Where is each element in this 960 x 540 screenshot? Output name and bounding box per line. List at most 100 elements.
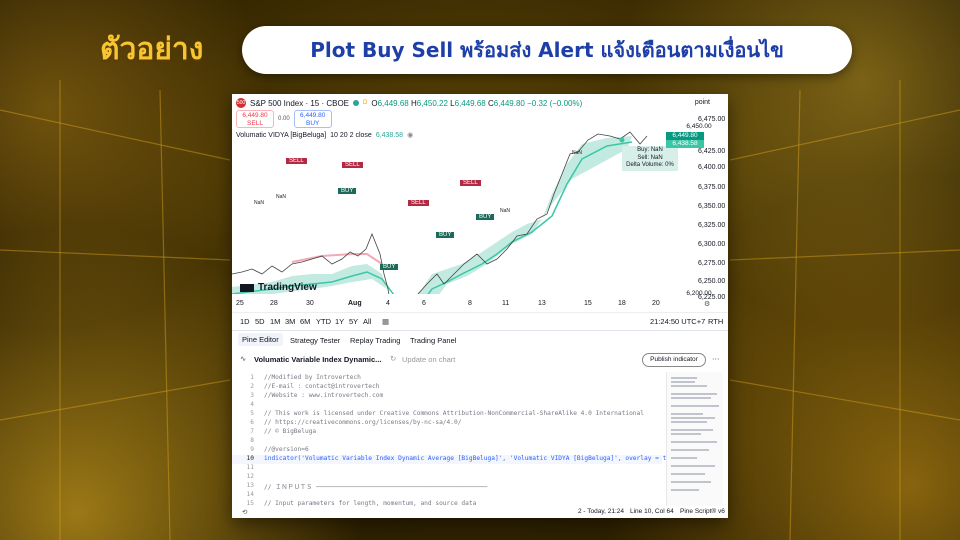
range-5d[interactable]: 5D [255,317,265,326]
wave-icon: ∿ [240,354,247,363]
title-banner: Plot Buy Sell พร้อมส่ง Alert แจ้งเตือนตา… [242,26,852,74]
tab-replay-trading[interactable]: Replay Trading [350,336,400,345]
code-text: //@version=6 [264,446,309,453]
buy-signal-label: BUY [476,214,495,220]
stats-delta-volume: Delta Volume: 0% [626,162,674,168]
session-toggle[interactable]: RTH [708,317,723,326]
undo-icon[interactable]: ⟲ [242,508,247,516]
status-cursor-position: Line 10, Col 64 [630,508,674,515]
buy-signal-label: BUY [436,232,455,238]
tab-strategy-tester[interactable]: Strategy Tester [290,336,340,345]
line-number: 1 [250,374,254,381]
settings-gear-icon[interactable]: ⚙ [704,300,710,308]
sell-signal-label: SELL [342,162,363,168]
y-tick: 6,275.00 [698,260,726,267]
ohlc-readout: O6,449.68 H6,450.22 L6,449.68 C6,449.80 … [371,99,582,108]
code-text: //E-mail : contact@introvertech [264,383,380,390]
line-number: 4 [250,401,254,408]
line-number: 5 [250,410,254,417]
open-value: 6,449.68 [377,98,409,108]
tradingview-wordmark: TradingView [258,282,317,293]
x-tick: 8 [468,300,472,307]
status-version[interactable]: 2 - Today, 21:24 [578,508,624,515]
line-number: 13 [246,482,254,489]
x-tick: 15 [584,300,592,307]
code-text: indicator('Volumatic Variable Index Dyna… [264,455,667,462]
calendar-icon[interactable]: ▦ [382,317,389,326]
clock-readout[interactable]: 21:24:50 UTC+7 [650,317,705,326]
buy-signal-label: BUY [338,188,357,194]
y-tick: 6,325.00 [698,222,726,229]
x-tick: 6 [422,300,426,307]
x-tick: 30 [306,300,314,307]
more-options-icon[interactable]: ⋯ [712,354,720,363]
refresh-icon: ↻ [390,354,397,363]
line-number: 6 [250,419,254,426]
y-tick: 6,250.00 [698,278,726,285]
code-line-active: 10 indicator('Volumatic Variable Index Dy… [232,455,666,464]
chart-area[interactable]: 500 S&P 500 Index · 15 · CBOE D O6,449.6… [232,94,728,312]
range-ytd[interactable]: YTD [316,317,331,326]
tab-trading-panel[interactable]: Trading Panel [410,336,456,345]
stats-box: Buy: NaN Sell: NaN Delta Volume: 0% [622,146,678,171]
spread-value: 0.00 [278,116,290,122]
change-value: −0.32 (−0.00%) [527,98,583,108]
line-number: 14 [246,491,254,498]
market-status-icon [353,100,360,106]
status-language[interactable]: Pine Script® v6 [680,508,725,515]
range-1m[interactable]: 1M [270,317,280,326]
buy-price: 6,449.80 [300,112,326,119]
range-all[interactable]: All [363,317,371,326]
price-chart[interactable] [232,124,672,294]
update-on-chart-button[interactable]: Update on chart [402,355,455,364]
y-tick: 6,425.00 [698,148,726,155]
y-tick: 6,300.00 [698,241,726,248]
y-tick: 6,350.00 [698,203,726,210]
code-text: // https://creativecommons.org/licenses/… [264,419,462,426]
x-tick: 4 [386,300,390,307]
chart-header: 500 S&P 500 Index · 15 · CBOE D O6,449.6… [236,98,582,108]
time-axis[interactable]: 25 28 30 Aug 4 6 8 11 13 15 18 20 ⚙ [232,300,728,312]
nan-label: NaN [276,194,287,200]
code-text: // © BigBeluga [264,428,317,435]
code-minimap[interactable] [666,372,723,506]
y-tick: 6,375.00 [698,184,726,191]
code-text: // This work is licensed under Creative … [264,410,644,417]
line-number: 7 [250,428,254,435]
range-3m[interactable]: 3M [285,317,295,326]
line-number: 10 [246,455,254,462]
sell-price: 6,449.80 [242,112,268,119]
tradingview-logo[interactable]: TradingView [240,282,317,293]
x-tick: Aug [348,300,362,307]
code-editor[interactable]: 1 //Modified by Introvertech 2 //E-mail : … [232,374,666,507]
range-6m[interactable]: 6M [300,317,310,326]
range-1y[interactable]: 1Y [335,317,344,326]
low-value: 6,449.68 [454,98,486,108]
line-number: 8 [250,437,254,444]
y-tick: 6,475.00 [698,116,726,123]
tab-pine-editor[interactable]: Pine Editor [238,333,283,346]
y-tick: 6,200.00 [686,290,712,297]
nan-label: NaN [254,200,265,206]
x-tick: 20 [652,300,660,307]
code-text: //Modified by Introvertech [264,374,361,381]
buy-signal-label: BUY [380,264,399,270]
tradingview-logo-icon [240,283,254,292]
symbol-title[interactable]: S&P 500 Index · 15 · CBOE [250,99,349,108]
range-5y[interactable]: 5Y [349,317,358,326]
publish-indicator-button[interactable]: Publish indicator [642,353,706,367]
code-text: // ＩＮＰＵＴＳ ──────────────────────────────… [264,484,488,491]
sell-signal-label: SELL [460,180,481,186]
script-name-dropdown[interactable]: Volumatic Variable Index Dynamic... [254,355,381,364]
line-number: 11 [246,464,254,471]
close-value: 6,449.80 [493,98,525,108]
tradingview-window: 500 S&P 500 Index · 15 · CBOE D O6,449.6… [232,94,728,518]
last-price-tag: 6,449.80 [666,132,704,140]
line-number: 12 [246,473,254,480]
code-text: //Website : www.introvertech.com [264,392,384,399]
symbol-logo-icon: 500 [236,98,246,108]
sell-signal-label: SELL [408,200,429,206]
publish-label: Publish indicator [650,356,698,363]
range-1d[interactable]: 1D [240,317,250,326]
line-number: 2 [250,383,254,390]
